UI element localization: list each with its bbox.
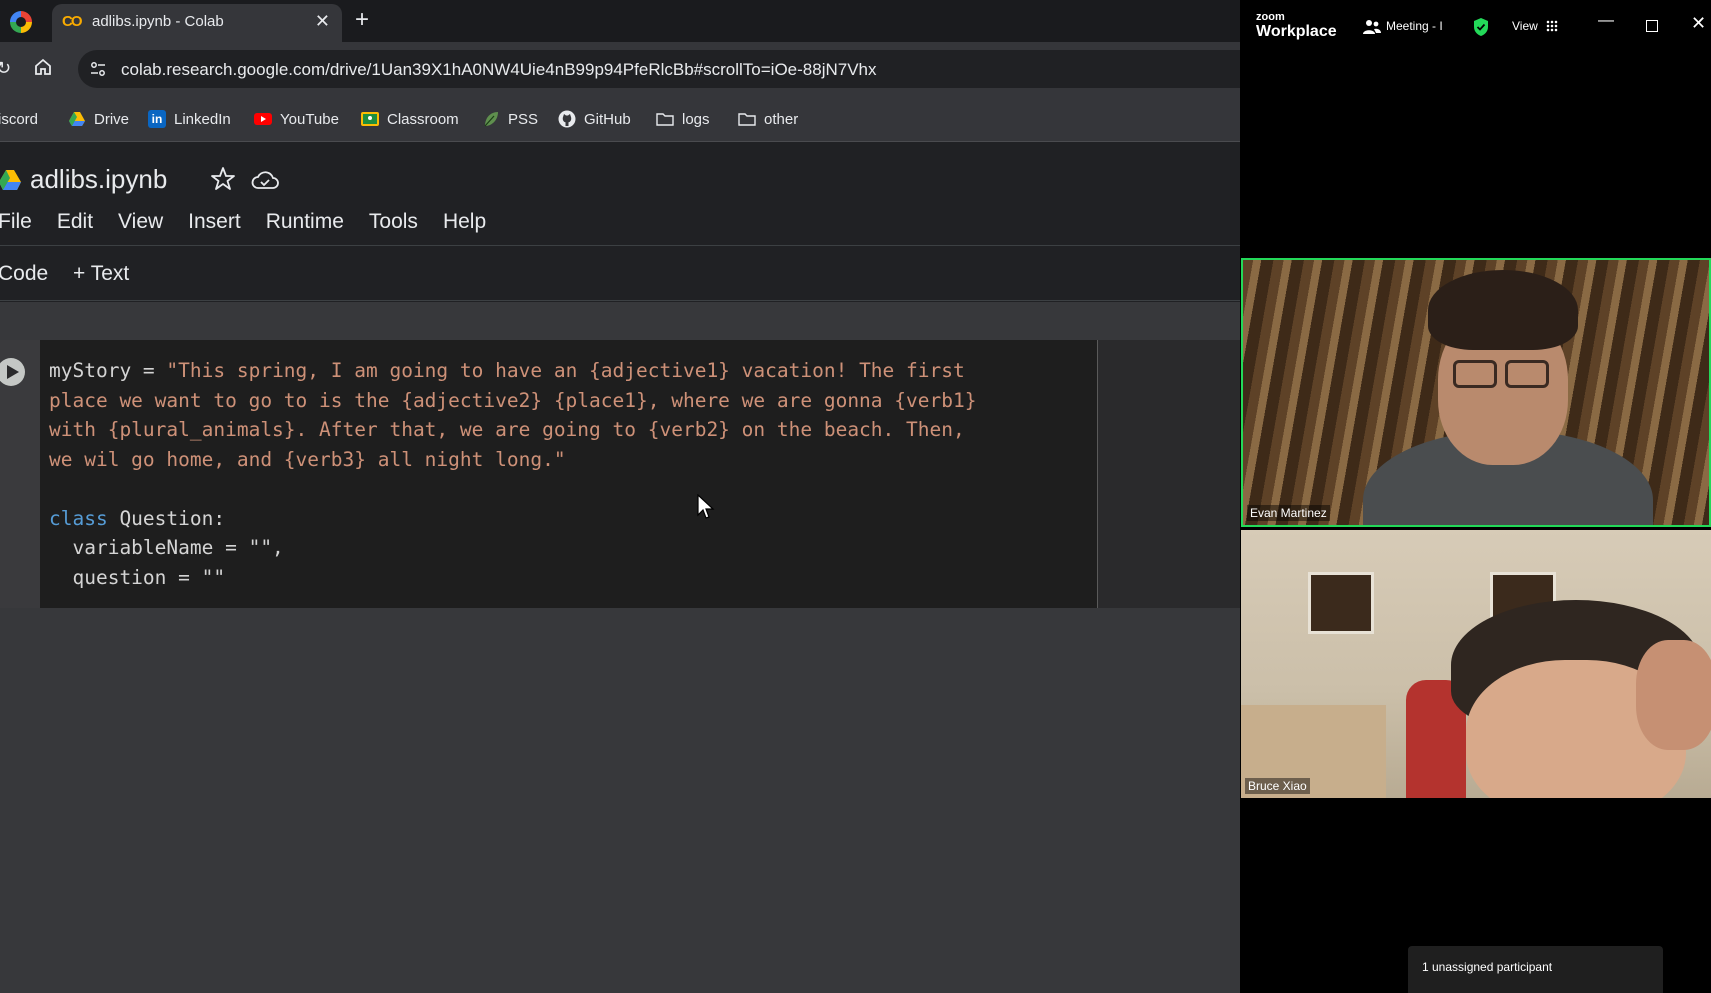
- code-string: we wil go home, and {verb3} all night lo…: [49, 447, 566, 471]
- tab-colab[interactable]: CO adlibs.ipynb - Colab ✕: [52, 4, 342, 42]
- browser-window: CO adlibs.ipynb - Colab ✕ + ↻ colab.rese…: [0, 0, 1240, 993]
- address-bar[interactable]: colab.research.google.com/drive/1Uan39X1…: [78, 50, 1240, 88]
- menu-tools[interactable]: Tools: [369, 210, 418, 240]
- menu-runtime[interactable]: Runtime: [266, 210, 344, 240]
- meeting-info-button[interactable]: Meeting - I: [1386, 19, 1443, 33]
- menu-view[interactable]: View: [118, 210, 163, 240]
- maximize-icon[interactable]: [1646, 20, 1658, 32]
- browser-toolbar: ↻ colab.research.google.com/drive/1Uan39…: [0, 42, 1240, 96]
- tab-title: adlibs.ipynb - Colab: [92, 13, 224, 30]
- code-cell[interactable]: myStory = "This spring, I am going to ha…: [0, 340, 1240, 608]
- zoom-logo-top: zoom: [1256, 11, 1285, 23]
- tab-strip: CO adlibs.ipynb - Colab ✕ +: [0, 0, 1240, 42]
- classroom-icon: [361, 112, 379, 126]
- mouse-cursor-icon: [697, 494, 715, 519]
- colab-favicon-icon: CO: [62, 13, 82, 30]
- add-code-button[interactable]: Code: [0, 262, 48, 286]
- run-cell-button[interactable]: [0, 358, 25, 386]
- bookmark-classroom[interactable]: Classroom: [361, 108, 459, 130]
- menu-insert[interactable]: Insert: [188, 210, 241, 240]
- bookmark-label: LinkedIn: [174, 110, 231, 128]
- bookmark-label: PSS: [508, 110, 539, 128]
- bookmark-other[interactable]: other: [738, 108, 798, 130]
- grid-icon[interactable]: [1546, 20, 1558, 32]
- chrome-profile-icon[interactable]: [10, 11, 32, 33]
- colab-header: adlibs.ipynb File Edit View Insert Runti…: [0, 142, 1240, 302]
- new-tab-button[interactable]: +: [355, 6, 369, 34]
- github-icon: [558, 110, 576, 128]
- youtube-icon: [254, 113, 272, 125]
- person-hair: [1428, 270, 1578, 350]
- notebook-area: myStory = "This spring, I am going to ha…: [0, 302, 1240, 993]
- star-icon[interactable]: [210, 166, 236, 192]
- view-button[interactable]: View: [1512, 19, 1538, 33]
- code-string: with {plural_animals}. After that, we ar…: [49, 418, 965, 441]
- bookmark-pss[interactable]: PSS: [482, 108, 538, 130]
- zoom-window: zoom Workplace Meeting - I View — ✕ Evan…: [1240, 0, 1711, 993]
- reload-icon[interactable]: ↻: [0, 58, 11, 79]
- code-line: variableName = "",: [49, 536, 284, 559]
- drive-logo-icon[interactable]: [0, 169, 22, 191]
- bookmark-drive[interactable]: Drive: [68, 108, 129, 130]
- bookmark-discord[interactable]: iscord: [0, 108, 38, 130]
- bookmark-linkedin[interactable]: in LinkedIn: [148, 108, 231, 130]
- bookmark-logs[interactable]: logs: [656, 108, 710, 130]
- participants-icon[interactable]: [1362, 18, 1382, 36]
- code-line: myStory =: [49, 359, 167, 382]
- bookmark-label: Drive: [94, 110, 130, 128]
- close-icon[interactable]: ✕: [1691, 13, 1706, 34]
- unassigned-participant-banner[interactable]: 1 unassigned participant: [1408, 946, 1663, 993]
- notebook-title[interactable]: adlibs.ipynb: [30, 164, 167, 195]
- leaf-icon: [484, 112, 498, 127]
- bookmarks-bar: iscord Drive in LinkedIn YouTube Classro…: [0, 96, 1240, 142]
- participant-name: Bruce Xiao: [1245, 778, 1310, 794]
- url-text: colab.research.google.com/drive/1Uan39X1…: [121, 60, 877, 79]
- code-string: place we want to go to is the {adjective…: [49, 388, 977, 412]
- menu-bar: File Edit View Insert Runtime Tools Help: [0, 210, 511, 240]
- shield-icon[interactable]: [1472, 17, 1490, 37]
- divider: [0, 300, 1240, 301]
- minimize-icon[interactable]: —: [1598, 12, 1614, 30]
- folder-icon: [656, 113, 674, 126]
- menu-file[interactable]: File: [0, 210, 32, 240]
- bookmark-label: logs: [682, 110, 710, 128]
- hand: [1636, 640, 1711, 750]
- site-info-icon[interactable]: [88, 59, 108, 79]
- bookmark-label: GitHub: [584, 110, 631, 128]
- linkedin-icon: in: [148, 110, 166, 128]
- zoom-logo: zoom Workplace: [1256, 12, 1337, 40]
- participant-name: Evan Martinez: [1247, 505, 1330, 521]
- code-keyword: class: [49, 506, 108, 530]
- code-line: question = "": [49, 565, 226, 589]
- code-line: Question:: [107, 506, 226, 530]
- drive-icon: [69, 112, 85, 126]
- bookmark-label: other: [764, 110, 799, 128]
- video-tile-bruce[interactable]: Bruce Xiao: [1241, 530, 1711, 798]
- glasses-left: [1453, 360, 1497, 388]
- folder-icon: [738, 113, 756, 126]
- bookmark-label: iscord: [0, 110, 39, 128]
- home-icon[interactable]: [33, 57, 53, 77]
- bookmark-github[interactable]: GitHub: [558, 108, 631, 130]
- bookmark-youtube[interactable]: YouTube: [254, 108, 339, 130]
- window-left: [1308, 572, 1374, 634]
- bookmark-label: YouTube: [280, 110, 339, 128]
- add-text-button[interactable]: + Text: [73, 262, 129, 286]
- code-string: "This spring, I am going to have an {adj…: [166, 359, 965, 382]
- tab-close-icon[interactable]: ✕: [315, 11, 330, 32]
- unassigned-text: 1 unassigned participant: [1422, 960, 1553, 974]
- zoom-logo-bottom: Workplace: [1256, 23, 1337, 40]
- video-tile-evan[interactable]: Evan Martinez: [1241, 258, 1711, 527]
- menu-edit[interactable]: Edit: [57, 210, 93, 240]
- code-text[interactable]: myStory = "This spring, I am going to ha…: [49, 356, 976, 592]
- cell-gutter: [0, 340, 40, 608]
- menu-help[interactable]: Help: [443, 210, 486, 240]
- divider: [0, 245, 1240, 246]
- cloud-saved-icon[interactable]: [250, 168, 280, 192]
- bookmark-label: Classroom: [387, 110, 459, 128]
- glasses-right: [1505, 360, 1549, 388]
- code-editor[interactable]: myStory = "This spring, I am going to ha…: [40, 340, 1098, 608]
